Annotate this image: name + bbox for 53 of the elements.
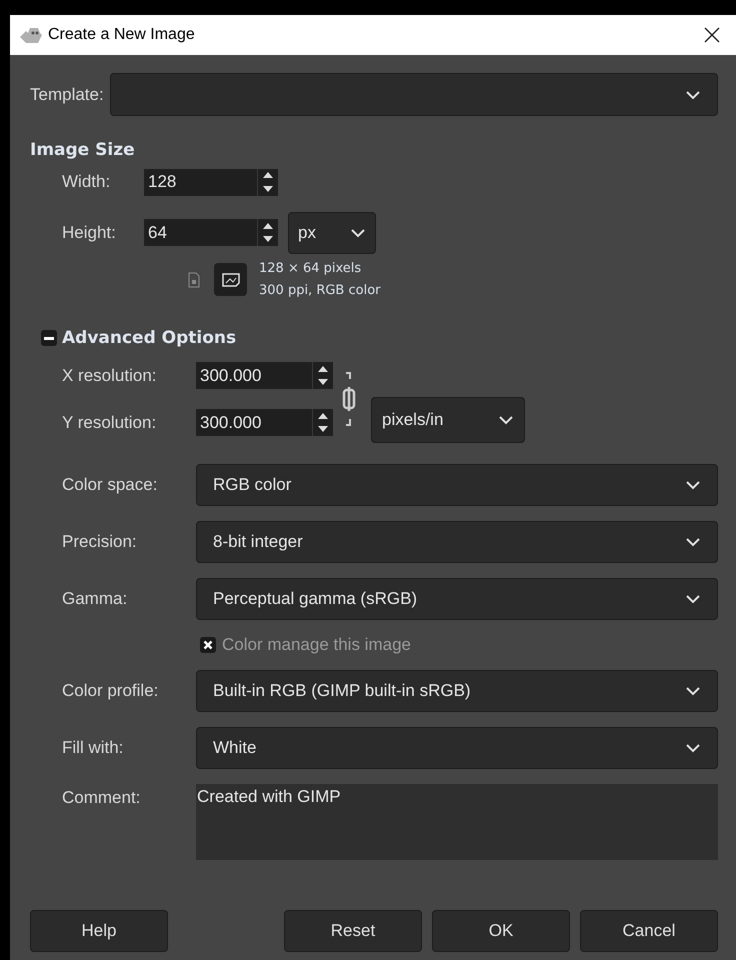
number-field[interactable]: 64 — [144, 219, 257, 246]
spin-buttons[interactable] — [312, 409, 333, 436]
number-field[interactable]: 300.000 — [196, 362, 312, 389]
image-info-text: 128 × 64 pixels — [259, 260, 362, 278]
image-info-text: 300 ppi, RGB color — [259, 282, 380, 300]
chevron-down-icon — [685, 480, 701, 490]
window-title: Create a New Image — [48, 25, 195, 45]
field-label: Fill with: — [62, 736, 124, 759]
comment-field[interactable]: Created with GIMP — [196, 784, 718, 860]
chevron-down-icon — [685, 742, 701, 752]
chevron-down-icon — [685, 686, 701, 696]
field-label: Precision: — [62, 531, 138, 554]
dropdown[interactable]: pixels/in — [371, 397, 525, 443]
field-label: Gamma: — [62, 588, 128, 610]
spin-buttons[interactable] — [312, 362, 333, 389]
portrait-icon — [188, 272, 200, 288]
field-label: Color profile: — [62, 680, 160, 702]
dropdown[interactable]: RGB color — [196, 464, 718, 506]
chevron-down-icon — [685, 537, 701, 547]
landscape-icon — [222, 272, 240, 286]
collapse-icon[interactable] — [41, 330, 57, 346]
section-heading: Image Size — [30, 139, 136, 162]
number-field[interactable]: 128 — [144, 168, 257, 196]
number-field[interactable]: 300.000 — [196, 409, 312, 436]
chevron-down-icon — [350, 228, 366, 238]
chevron-down-icon — [498, 415, 514, 425]
checkbox-label: Color manage this image — [222, 634, 411, 656]
chevron-down-icon — [685, 594, 701, 604]
help-button[interactable]: Help — [30, 910, 168, 952]
spin-buttons[interactable] — [257, 168, 278, 196]
chain-linked-icon[interactable] — [342, 369, 356, 429]
field-label: Width: — [62, 171, 112, 194]
cross-icon — [203, 640, 213, 650]
field-label: Comment: — [62, 786, 142, 808]
dropdown[interactable]: White — [196, 726, 718, 768]
dropdown[interactable]: Perceptual gamma (sRGB) — [196, 578, 718, 620]
app-icon — [18, 25, 44, 45]
dialog-button[interactable]: Reset — [284, 910, 422, 952]
dialog-button[interactable]: Cancel — [580, 910, 718, 952]
field-label: Y resolution: — [62, 412, 158, 434]
chevron-down-icon — [685, 90, 701, 100]
dropdown[interactable]: 8-bit integer — [196, 521, 718, 563]
dropdown[interactable]: px — [288, 212, 376, 254]
field-label: X resolution: — [62, 364, 158, 387]
landscape-button[interactable] — [214, 263, 247, 296]
dialog-button[interactable]: OK — [432, 910, 570, 952]
close-icon[interactable] — [704, 27, 720, 43]
field-label: Height: — [62, 222, 117, 244]
section-heading: Advanced Options — [62, 326, 236, 350]
field-label: Color space: — [62, 474, 158, 496]
field-label: Template: — [30, 84, 104, 106]
dropdown[interactable]: Built-in RGB (GIMP built-in sRGB) — [196, 670, 718, 712]
spin-buttons[interactable] — [257, 219, 278, 246]
